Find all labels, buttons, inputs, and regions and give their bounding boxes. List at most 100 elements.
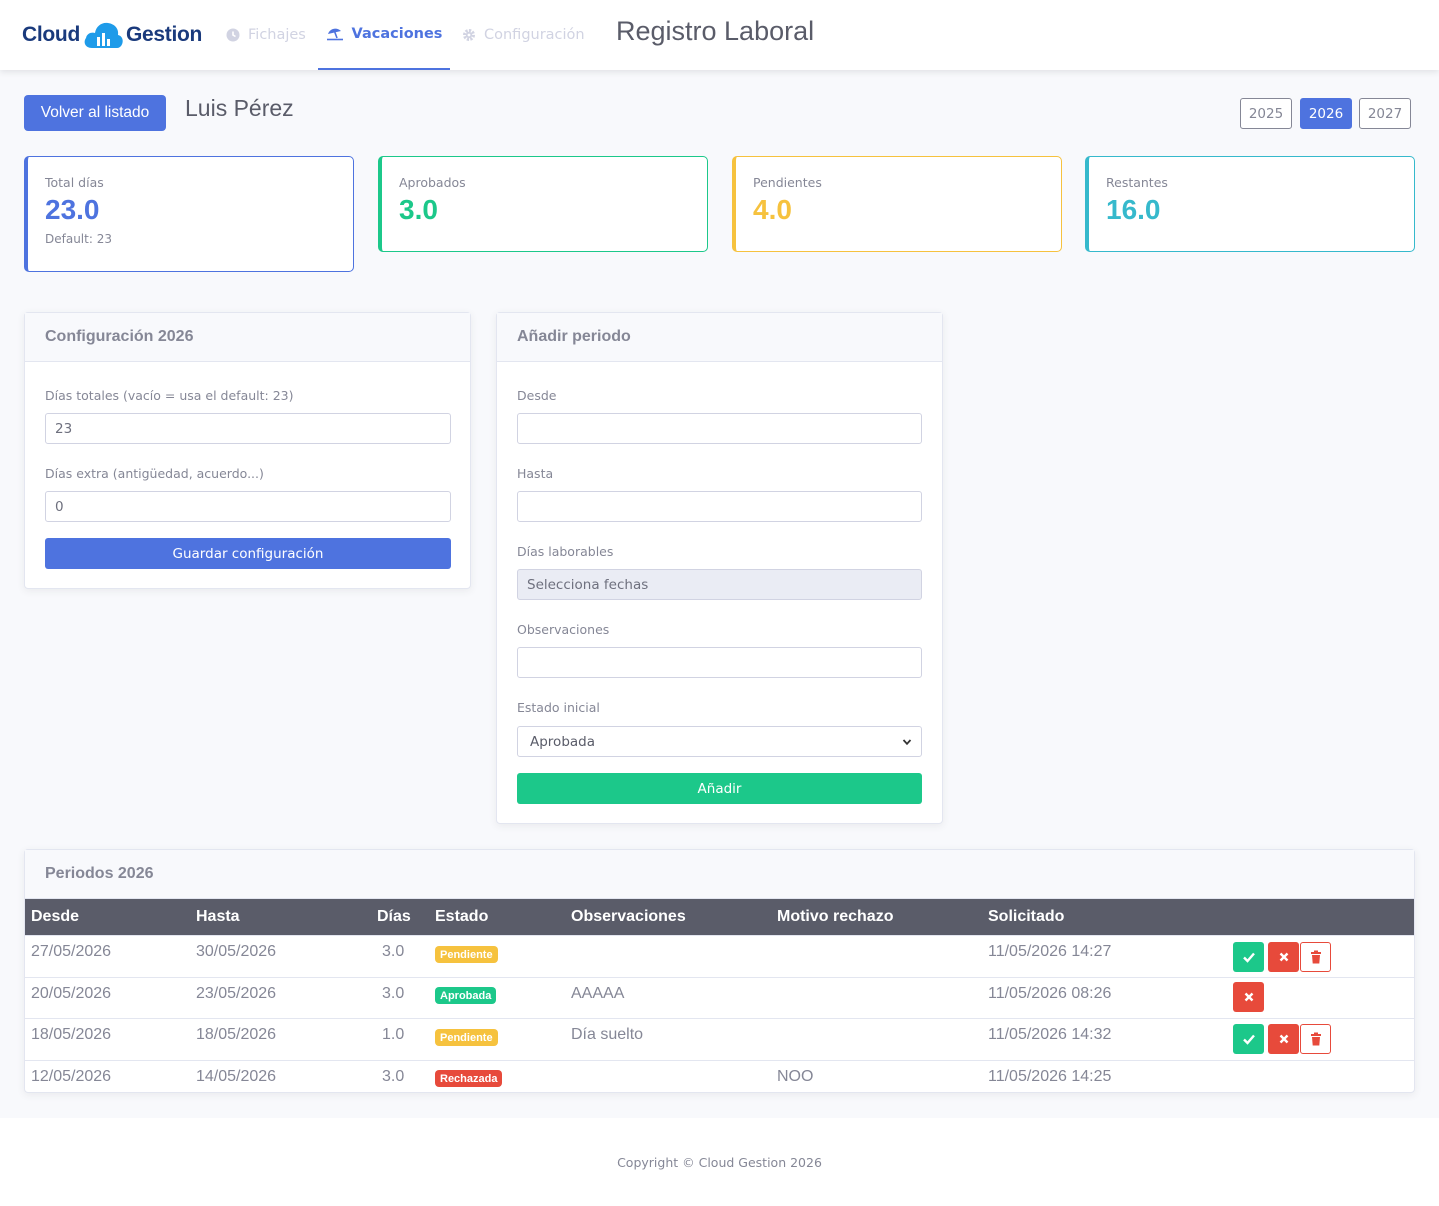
periods-card: Periodos 2026 Desde Hasta Días Estado Ob… xyxy=(24,849,1415,1093)
year-button-2025[interactable]: 2025 xyxy=(1240,98,1292,129)
status-badge: Aprobada xyxy=(435,987,497,1004)
dias-totales-label: Días totales (vacío = usa el default: 23… xyxy=(45,388,294,403)
reject-button[interactable] xyxy=(1268,1024,1299,1054)
reject-button[interactable] xyxy=(1268,942,1299,972)
cell-hasta: 30/05/2026 xyxy=(196,943,277,960)
observaciones-label: Observaciones xyxy=(517,622,610,637)
status-badge: Rechazada xyxy=(435,1070,503,1087)
stat-total-label: Total días xyxy=(45,175,104,190)
brand-logo[interactable]: Cloud Gestion xyxy=(22,18,202,52)
cell-desde: 27/05/2026 xyxy=(31,943,112,960)
stat-restantes-label: Restantes xyxy=(1106,175,1168,190)
check-icon xyxy=(1242,1034,1255,1045)
desde-date-input[interactable] xyxy=(517,413,922,444)
nav-fichajes[interactable]: Fichajes xyxy=(226,0,306,70)
copyright-text: Copyright © Cloud Gestion 2026 xyxy=(617,1155,822,1170)
save-config-button[interactable]: Guardar configuración xyxy=(45,538,451,569)
stat-restantes-value: 16.0 xyxy=(1106,194,1161,225)
stat-aprobados-label: Aprobados xyxy=(399,175,466,190)
footer: Copyright © Cloud Gestion 2026 xyxy=(0,1118,1439,1206)
hasta-label: Hasta xyxy=(517,466,554,481)
dias-extra-label: Días extra (antigüedad, acuerdo...) xyxy=(45,466,264,481)
umbrella-beach-icon xyxy=(326,28,343,41)
close-icon xyxy=(1244,992,1253,1002)
observaciones-input[interactable] xyxy=(517,647,922,678)
trash-icon xyxy=(1310,950,1321,964)
stat-card-total: Total días 23.0 Default: 23 xyxy=(24,156,354,272)
stat-total-default: Default: 23 xyxy=(45,232,112,246)
config-card: Configuración 2026 Días totales (vacío =… xyxy=(24,312,471,589)
column-motivo-rechazo: Motivo rechazo xyxy=(777,908,894,925)
trash-icon xyxy=(1310,1032,1321,1046)
add-period-card: Añadir periodo Desde Hasta Días laborabl… xyxy=(496,312,943,824)
table-row: 18/05/2026 18/05/2026 1.0 Pendiente Día … xyxy=(25,1018,1414,1060)
table-row: 12/05/2026 14/05/2026 3.0 Rechazada NOO … xyxy=(25,1060,1414,1093)
gear-icon xyxy=(463,29,475,41)
chevron-down-icon xyxy=(902,738,912,745)
nav-vacaciones-label: Vacaciones xyxy=(351,26,443,42)
column-estado: Estado xyxy=(435,908,489,925)
status-badge: Pendiente xyxy=(435,946,498,963)
dias-laborables-label: Días laborables xyxy=(517,544,614,559)
reject-button[interactable] xyxy=(1233,982,1264,1012)
nav-configuracion-label: Configuración xyxy=(484,27,585,43)
stat-aprobados-value: 3.0 xyxy=(399,194,438,225)
column-dias: Días xyxy=(377,908,411,925)
logo-text-gestion: Gestion xyxy=(125,23,203,46)
cell-desde: 12/05/2026 xyxy=(31,1068,112,1085)
cell-solicitado: 11/05/2026 14:25 xyxy=(988,1068,1112,1085)
cell-observaciones: Día suelto xyxy=(571,1026,644,1043)
cell-observaciones: AAAAA xyxy=(571,985,625,1002)
year-button-2026[interactable]: 2026 xyxy=(1300,98,1352,129)
nav-configuracion[interactable]: Configuración xyxy=(462,0,585,70)
stat-pendientes-value: 4.0 xyxy=(753,194,792,225)
cell-dias: 3.0 xyxy=(382,943,405,960)
dias-totales-input[interactable]: 23 xyxy=(45,413,451,444)
config-card-title: Configuración 2026 xyxy=(25,313,470,362)
estado-inicial-select[interactable]: Aprobada xyxy=(517,726,922,757)
add-period-button[interactable]: Añadir xyxy=(517,773,922,804)
desde-label: Desde xyxy=(517,388,557,403)
cell-dias: 1.0 xyxy=(382,1026,405,1043)
estado-inicial-label: Estado inicial xyxy=(517,700,600,715)
back-to-list-button[interactable]: Volver al listado xyxy=(24,95,166,131)
cell-dias: 3.0 xyxy=(382,1068,405,1085)
close-icon xyxy=(1279,1034,1288,1044)
delete-button[interactable] xyxy=(1300,942,1331,972)
delete-button[interactable] xyxy=(1300,1024,1331,1054)
periods-card-title: Periodos 2026 xyxy=(25,850,1414,899)
cell-solicitado: 11/05/2026 14:32 xyxy=(988,1026,1112,1043)
nav-fichajes-label: Fichajes xyxy=(248,27,306,43)
clock-icon xyxy=(226,28,240,42)
table-row: 27/05/2026 30/05/2026 3.0 Pendiente 11/0… xyxy=(25,935,1414,977)
year-button-2027[interactable]: 2027 xyxy=(1359,98,1411,129)
hasta-date-input[interactable] xyxy=(517,491,922,522)
approve-button[interactable] xyxy=(1233,1024,1264,1054)
table-header: Desde Hasta Días Estado Observaciones Mo… xyxy=(25,899,1414,935)
stat-pendientes-label: Pendientes xyxy=(753,175,822,190)
estado-inicial-selected: Aprobada xyxy=(530,733,596,750)
dias-extra-input[interactable]: 0 xyxy=(45,491,451,522)
approve-button[interactable] xyxy=(1233,942,1264,972)
stat-card-restantes: Restantes 16.0 xyxy=(1085,156,1415,252)
stat-total-value: 23.0 xyxy=(45,194,100,225)
cell-hasta: 18/05/2026 xyxy=(196,1026,277,1043)
cell-desde: 18/05/2026 xyxy=(31,1026,112,1043)
cell-desde: 20/05/2026 xyxy=(31,985,112,1002)
status-badge: Pendiente xyxy=(435,1029,498,1046)
dias-laborables-readonly: Selecciona fechas xyxy=(517,569,922,600)
logo-text-cloud: Cloud xyxy=(22,23,80,46)
cloud-logo-icon xyxy=(84,22,123,48)
column-hasta: Hasta xyxy=(196,908,240,925)
add-period-card-title: Añadir periodo xyxy=(497,313,942,362)
cell-dias: 3.0 xyxy=(382,985,405,1002)
cell-hasta: 14/05/2026 xyxy=(196,1068,277,1085)
cell-hasta: 23/05/2026 xyxy=(196,985,277,1002)
cell-solicitado: 11/05/2026 08:26 xyxy=(988,985,1112,1002)
nav-vacaciones[interactable]: Vacaciones xyxy=(318,0,450,70)
cell-solicitado: 11/05/2026 14:27 xyxy=(988,943,1112,960)
page-title: Registro Laboral xyxy=(616,16,815,46)
stat-card-pendientes: Pendientes 4.0 xyxy=(732,156,1062,252)
column-desde: Desde xyxy=(31,908,80,925)
close-icon xyxy=(1279,952,1288,962)
